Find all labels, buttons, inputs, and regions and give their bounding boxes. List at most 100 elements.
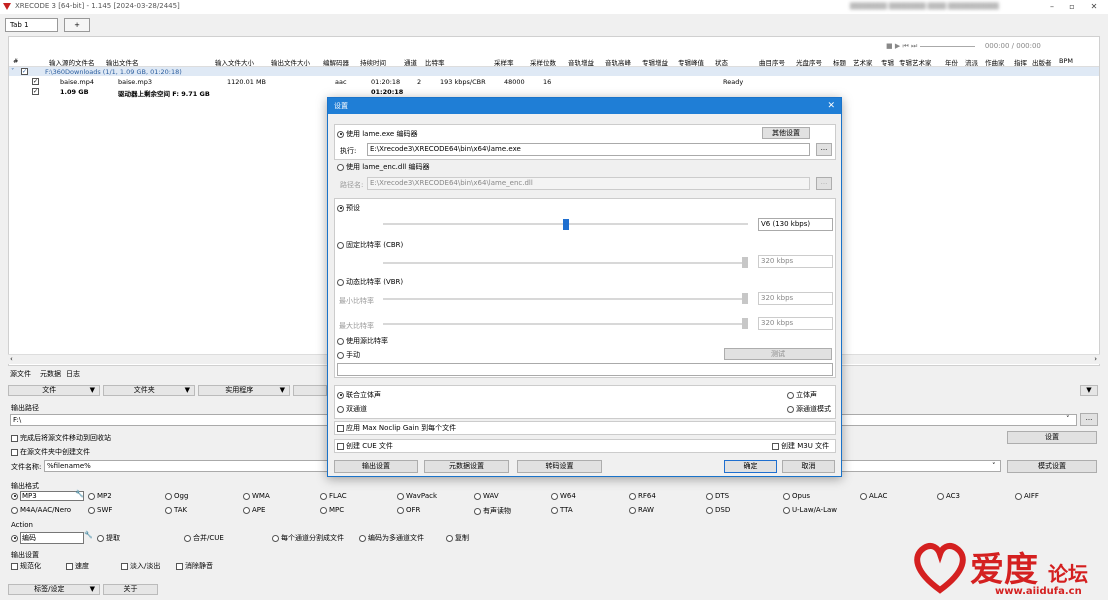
cbr-value[interactable]: 320 kbps [758,255,833,268]
format-dsd[interactable]: DSD [706,506,730,514]
output-settings-button[interactable]: 输出设置 [334,460,418,473]
col-header[interactable]: 采样率 [494,57,514,67]
path-dropdown-icon[interactable]: ˅ [1066,415,1070,423]
dual-channel-option[interactable]: 双通道 [337,404,367,414]
tab-source[interactable]: 源文件 [10,369,31,379]
collapse-icon[interactable]: ˅ [11,67,14,75]
use-lame-dll-option[interactable]: 使用 lame_enc.dll 编码器 [337,162,429,172]
mode-settings-button[interactable]: 模式设置 [1007,460,1097,473]
create-in-source-option[interactable]: 在源文件夹中创建文件 [11,447,90,457]
format-tta[interactable]: TTA [551,506,573,514]
col-header[interactable]: 输入源的文件名 [49,57,95,67]
metadata-settings-button[interactable]: 元数据设置 [424,460,509,473]
file-menu-button[interactable]: 文件 ▼ [8,385,100,396]
col-header[interactable]: 专辑 [881,57,894,67]
prev-icon[interactable]: ⏮ [902,42,908,50]
move-source-option[interactable]: 完成后将源文件移动到回收站 [11,433,111,443]
tags-settings-button[interactable]: 标签/设定 ▼ [8,584,100,595]
cbr-slider[interactable] [383,262,748,264]
next-icon[interactable]: ⏭ [911,42,917,50]
filename-dropdown-icon[interactable]: ˅ [992,462,996,470]
format-raw[interactable]: RAW [629,506,654,514]
max-bitrate-value[interactable]: 320 kbps [758,317,833,330]
wrench-icon[interactable]: 🔧 [84,531,93,539]
dll-browse-button[interactable]: ... [816,177,832,190]
format-mp2[interactable]: MP2 [88,492,112,500]
col-header[interactable]: 作曲家 [985,57,1005,67]
tab-1[interactable]: Tab 1 [5,18,58,32]
ok-button[interactable]: 确定 [724,460,777,473]
format-w64[interactable]: W64 [551,492,576,500]
action-extract[interactable]: 提取 [97,533,120,543]
wrench-icon[interactable]: 🔧 [75,490,84,498]
col-header[interactable]: 曲目序号 [759,57,785,67]
col-header[interactable]: 指挥 [1014,57,1027,67]
stereo-option[interactable]: 立体声 [787,390,817,400]
joint-stereo-option[interactable]: 联合立体声 [337,390,381,400]
row-checkbox[interactable]: ✓ [32,88,39,95]
col-header[interactable]: 输入文件大小 [215,57,254,67]
tab-log[interactable]: 日志 [66,369,80,379]
action-merge[interactable]: 合并/CUE [184,533,224,543]
transcode-settings-button[interactable]: 转码设置 [517,460,602,473]
col-header[interactable]: 持续时间 [360,57,386,67]
exec-path-input[interactable]: E:\Xrecode3\XRECODE64\bin\x64\lame.exe [367,143,810,156]
about-button[interactable]: 关于 [103,584,158,595]
play-icon[interactable]: ▶ [895,42,900,50]
format-swf[interactable]: SWF [88,506,112,514]
format-mpc[interactable]: MPC [320,506,344,514]
vbr-option[interactable]: 动态比特率 (VBR) [337,277,403,287]
table-row[interactable]: ✓ baise.mp4 baise.mp3 1120.01 MB aac 01:… [9,77,1099,87]
use-source-bitrate-option[interactable]: 使用源比特率 [337,336,388,346]
cbr-slider-thumb[interactable] [742,257,748,268]
group-row[interactable]: ˅ ✓ F:\360Downloads (1/1, 1.09 GB, 01:20… [9,67,1099,76]
utilities-menu-button[interactable]: 实用程序 ▼ [198,385,290,396]
use-lame-exe-option[interactable]: 使用 lame.exe 编码器 [337,129,417,139]
col-header[interactable]: BPM [1059,57,1073,65]
fade-option[interactable]: 淡入/淡出 [121,561,160,571]
col-header[interactable]: 状态 [715,57,728,67]
normalize-option[interactable]: 规范化 [11,561,41,571]
folder-menu-button[interactable]: 文件夹 ▼ [103,385,195,396]
close-window-button[interactable]: ✕ [1084,0,1104,14]
max-bitrate-thumb[interactable] [742,318,748,329]
format-ofr[interactable]: OFR [397,506,420,514]
col-header[interactable]: # [13,57,18,65]
col-header[interactable]: 专辑峰值 [678,57,704,67]
format-opus[interactable]: Opus [783,492,810,500]
maximize-button[interactable]: ▫ [1062,0,1082,14]
scroll-right-icon[interactable]: › [1094,355,1097,363]
format-ac3[interactable]: AC3 [937,492,960,500]
toolbar-button[interactable] [293,385,327,396]
action-copy[interactable]: 复制 [446,533,469,543]
col-header[interactable]: 通道 [404,57,417,67]
format-aiff[interactable]: AIFF [1015,492,1039,500]
col-header[interactable]: 流派 [965,57,978,67]
min-bitrate-slider[interactable] [383,298,748,300]
preset-value[interactable]: V6 (130 kbps) [758,218,833,231]
toolbar-dropdown-button[interactable]: ▼ [1080,385,1098,396]
action-multichannel[interactable]: 编码为多通道文件 [359,533,424,543]
action-encode[interactable]: 编码 [11,532,84,544]
speed-option[interactable]: 速度 [66,561,89,571]
min-bitrate-value[interactable]: 320 kbps [758,292,833,305]
exec-browse-button[interactable]: ... [816,143,832,156]
format-ogg[interactable]: Ogg [165,492,188,500]
col-header[interactable]: 出版者 [1032,57,1052,67]
seek-bar[interactable] [919,45,975,47]
row-checkbox[interactable]: ✓ [32,78,39,85]
format-mp3[interactable]: MP3 [11,491,84,501]
format-wma[interactable]: WMA [243,492,270,500]
col-header[interactable]: 艺术家 [853,57,873,67]
format-m4a[interactable]: M4A/AAC/Nero [11,506,71,514]
format-wavpack[interactable]: WavPack [397,492,437,500]
col-header[interactable]: 编解码器 [323,57,349,67]
scroll-left-icon[interactable]: ‹ [10,355,13,363]
stop-icon[interactable]: ■ [886,42,893,50]
cancel-button[interactable]: 取消 [782,460,835,473]
other-settings-button[interactable]: 其他设置 [762,127,810,139]
col-header[interactable]: 标题 [833,57,846,67]
remove-silence-option[interactable]: 消除静音 [176,561,213,571]
format-ulaw[interactable]: U-Law/A-Law [783,506,837,514]
add-tab-button[interactable]: + [64,18,90,32]
